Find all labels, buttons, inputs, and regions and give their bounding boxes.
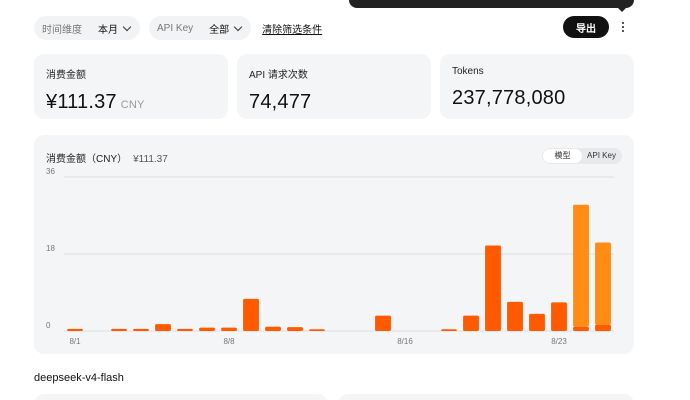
metric-value: 74,477	[249, 91, 312, 113]
bar	[573, 204, 589, 327]
cost-chart-card: 消费金额（CNY） ¥111.37 模型 API Key 0 18 36 8/1 8/8 8…	[34, 135, 634, 354]
bar	[133, 328, 149, 331]
filter-bar: 时间维度 本月 API Key 全部 清除筛选条件	[34, 16, 322, 40]
y-tick-label: 18	[46, 244, 55, 253]
model-card	[34, 394, 328, 400]
metric-value: 237,778,080	[452, 87, 566, 109]
bar	[67, 328, 83, 331]
clear-filters-link[interactable]: 清除筛选条件	[262, 21, 322, 36]
tooltip-arrow	[617, 7, 627, 12]
bar	[287, 327, 303, 331]
api-key-value: 全部	[209, 24, 230, 36]
section-title: deepseek-v4-flash	[34, 372, 124, 384]
bar	[155, 324, 171, 331]
bar	[375, 315, 391, 331]
metric-card-tokens: Tokens 237,778,080	[440, 54, 634, 119]
api-key-label: API Key	[157, 22, 194, 34]
bar	[485, 245, 501, 331]
y-tick-label: 0	[46, 321, 51, 330]
time-dimension-label: 时间维度	[42, 24, 82, 36]
bar	[595, 242, 611, 325]
bar	[551, 302, 567, 331]
bar	[265, 326, 281, 331]
y-tick-label: 36	[46, 167, 55, 176]
bar	[177, 328, 193, 331]
x-tick-label: 8/1	[69, 337, 81, 346]
bar	[573, 326, 589, 331]
chevron-down-icon	[233, 22, 243, 31]
bar-chart: 0 18 36 8/1 8/8 8/16 8/23	[46, 167, 614, 346]
bar	[309, 329, 325, 331]
metric-label: 消费金额	[46, 70, 86, 81]
metric-label: API 请求次数	[249, 70, 308, 81]
time-dimension-select[interactable]: 时间维度 本月	[34, 16, 140, 40]
more-vertical-icon[interactable]	[617, 16, 629, 38]
bar	[595, 324, 611, 331]
chevron-down-icon	[122, 22, 132, 31]
time-dimension-value: 本月	[98, 24, 118, 36]
bar	[221, 327, 237, 331]
metric-value: ¥111.37 CNY	[46, 91, 216, 114]
bar	[441, 329, 457, 331]
bar	[199, 327, 215, 331]
metric-unit: CNY	[120, 99, 145, 111]
metric-number: ¥111.37	[46, 91, 117, 113]
bar	[111, 328, 127, 331]
bar	[507, 301, 523, 331]
tooltip	[349, 0, 634, 8]
bar	[463, 315, 479, 331]
bar	[243, 298, 259, 331]
x-tick-label: 8/23	[551, 337, 567, 346]
model-card	[338, 394, 634, 400]
metric-card-cost: 消费金额 ¥111.37 CNY	[34, 54, 228, 119]
api-key-select[interactable]: API Key 全部	[149, 16, 252, 40]
x-tick-label: 8/16	[397, 337, 413, 346]
x-tick-label: 8/8	[223, 337, 235, 346]
bar	[529, 313, 545, 331]
metric-label: Tokens	[452, 66, 484, 77]
metric-card-requests: API 请求次数 74,477	[237, 54, 431, 119]
export-button[interactable]: 导出	[563, 16, 609, 38]
